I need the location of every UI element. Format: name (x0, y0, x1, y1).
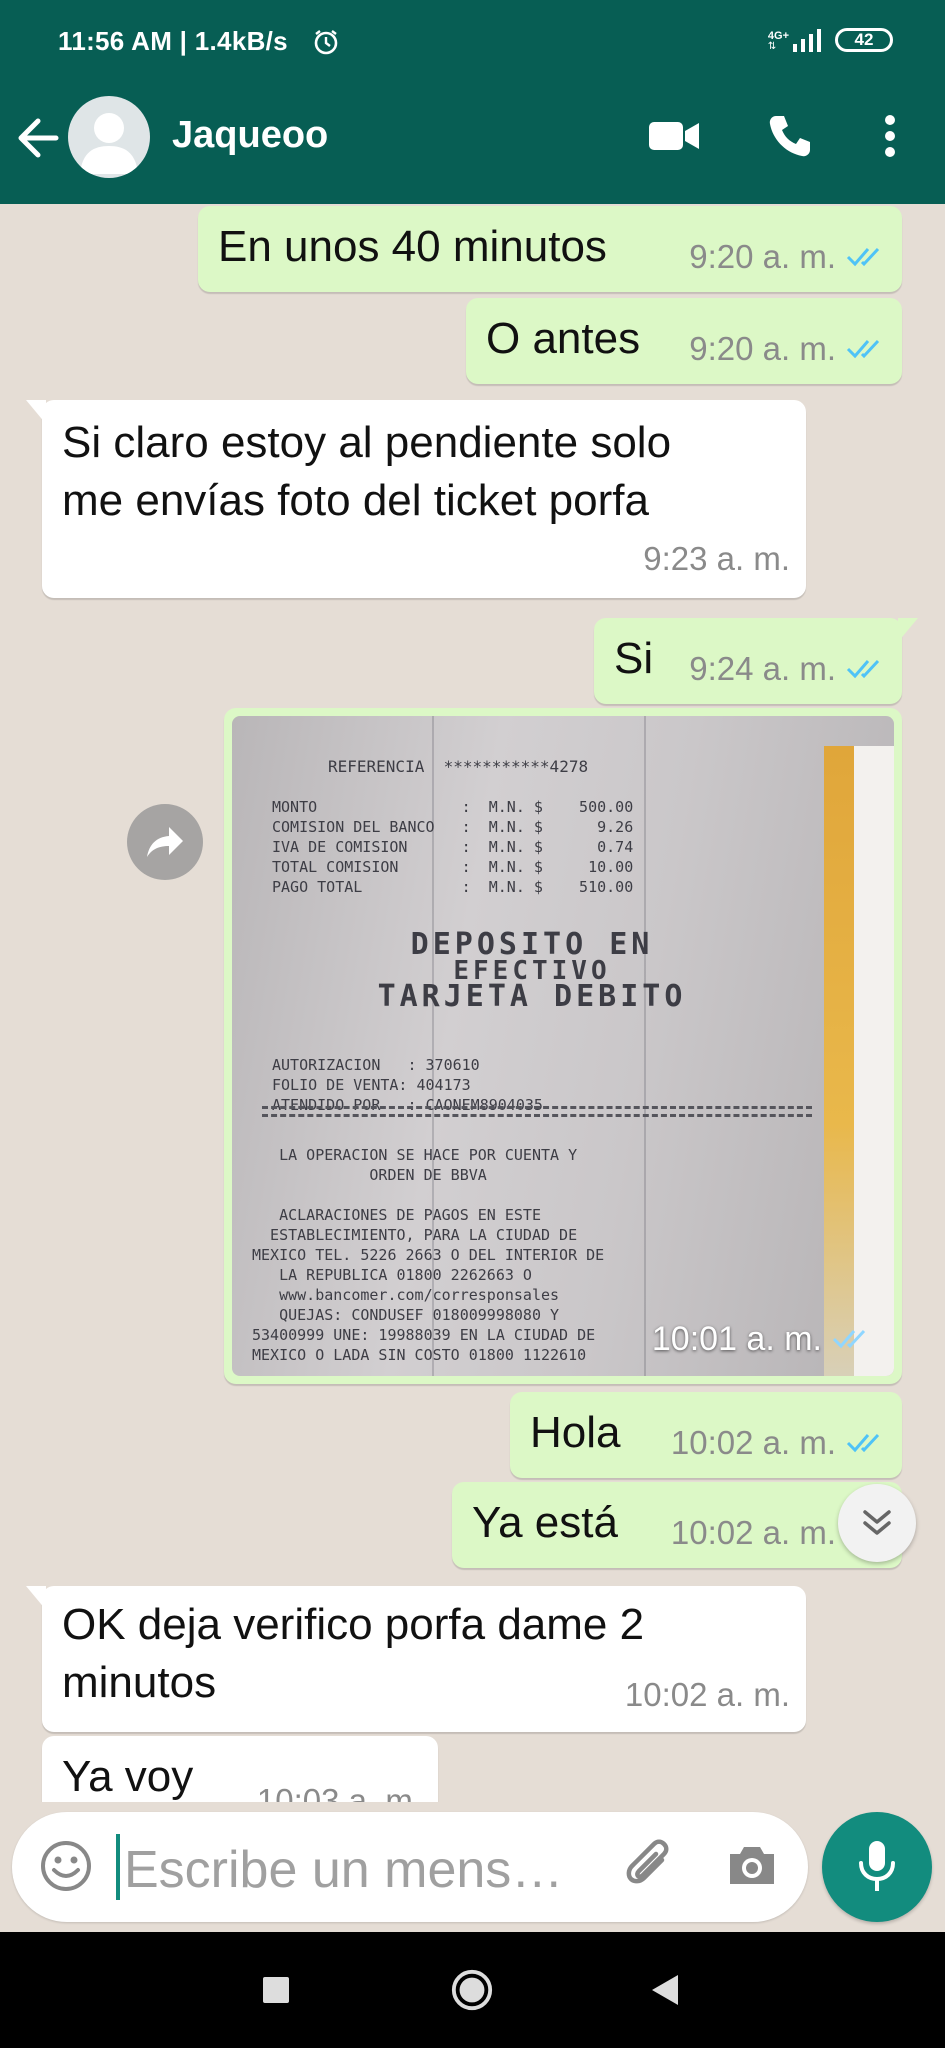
message-outgoing[interactable]: Hola 10:02 a. m. (510, 1392, 902, 1478)
message-time: 10:02 a. m. (670, 1514, 836, 1551)
message-input[interactable] (124, 1840, 574, 1900)
arrow-left-icon (18, 118, 59, 158)
receipt-photo[interactable]: REFERENCIA ***********4278 MONTO : M.N. … (232, 716, 894, 1376)
video-call-button[interactable] (642, 104, 706, 168)
message-time: 10:01 a. m. (651, 1320, 822, 1358)
message-meta: 10:02 a. m. (671, 1414, 886, 1472)
contact-name[interactable]: Jaqueoo (172, 114, 328, 157)
message-text: Hola (530, 1408, 621, 1457)
message-outgoing[interactable]: O antes 9:20 a. m. (466, 298, 902, 384)
image-meta: 10:01 a. m. (652, 1310, 872, 1368)
more-options-button[interactable] (858, 104, 922, 168)
message-text: Si claro estoy al pendiente solo me enví… (62, 418, 672, 525)
message-text: O antes (486, 314, 641, 363)
read-receipt-icon (832, 1329, 866, 1349)
message-composer (12, 1812, 808, 1922)
message-time: 9:23 a. m. (643, 540, 790, 577)
avatar[interactable] (68, 96, 150, 178)
message-outgoing-image[interactable]: REFERENCIA ***********4278 MONTO : M.N. … (224, 708, 902, 1384)
message-time: 10:02 a. m. (670, 1424, 836, 1461)
battery-level: 42 (854, 30, 874, 49)
message-text: En unos 40 minutos (218, 222, 607, 271)
signal-icon: 4G+ ⇅ (767, 28, 821, 52)
network-type: 4G+ (767, 29, 789, 42)
smiley-icon (41, 1841, 91, 1891)
text-caret (116, 1834, 120, 1900)
system-navigation-bar (0, 1932, 945, 2048)
microphone-icon (859, 1841, 895, 1891)
message-outgoing[interactable]: Si 9:24 a. m. (594, 618, 918, 704)
chevron-double-down-icon (863, 1510, 891, 1535)
status-bar: 11:56 AM | 1.4kB/s 4G+ ⇅ 42 (0, 0, 945, 70)
forward-icon (147, 827, 183, 857)
message-time: 9:24 a. m. (689, 650, 836, 687)
message-time: 9:20 a. m. (689, 238, 836, 275)
home-circle-icon (451, 1969, 493, 2011)
message-time: 9:20 a. m. (689, 330, 836, 367)
voice-call-button[interactable] (758, 104, 822, 168)
more-vertical-icon (885, 115, 895, 157)
voice-record-button[interactable] (822, 1812, 932, 1922)
forward-button[interactable] (127, 804, 203, 880)
paperclip-icon (626, 1839, 669, 1884)
message-text: Ya voy (62, 1752, 194, 1801)
message-meta: 9:20 a. m. (689, 320, 886, 378)
message-meta: 9:24 a. m. (689, 640, 886, 698)
alarm-icon (314, 30, 338, 55)
default-avatar-icon (80, 113, 138, 174)
message-outgoing[interactable]: En unos 40 minutos 9:20 a. m. (198, 206, 902, 292)
video-camera-icon (649, 122, 699, 150)
message-incoming[interactable]: Ya voy 10:03 a. m. (42, 1736, 438, 1802)
scroll-to-bottom-button[interactable] (838, 1484, 916, 1562)
flyer-background (824, 746, 894, 1376)
home-button[interactable] (450, 1968, 494, 2012)
triangle-back-icon (652, 1975, 678, 2005)
message-meta: 9:20 a. m. (689, 228, 886, 286)
message-outgoing[interactable]: Ya está 10:02 a. m. (452, 1482, 902, 1568)
message-time: 10:02 a. m. (624, 1676, 790, 1713)
receipt-footer-row: MEXICO O LADA SIN COSTO 01800 1122610 (252, 1346, 587, 1364)
read-receipt-icon (846, 247, 880, 267)
back-nav-button[interactable] (644, 1968, 688, 2012)
emoji-button[interactable] (38, 1838, 94, 1899)
read-receipt-icon (846, 339, 880, 359)
square-icon (263, 1977, 289, 2003)
back-button[interactable] (14, 108, 64, 168)
read-receipt-icon (846, 659, 880, 679)
receipt-paper: REFERENCIA ***********4278 MONTO : M.N. … (232, 716, 832, 1376)
message-text: OK deja verifico porfa dame 2 minutos (62, 1600, 645, 1707)
attach-button[interactable] (618, 1834, 682, 1903)
message-incoming[interactable]: Si claro estoy al pendiente solo me enví… (26, 400, 806, 598)
chat-header: Jaqueoo (0, 70, 945, 204)
camera-icon (730, 1847, 774, 1884)
read-receipt-icon (846, 1433, 880, 1453)
message-incoming[interactable]: OK deja verifico porfa dame 2 minutos 10… (26, 1586, 806, 1732)
phone-icon (769, 116, 810, 157)
message-text: Ya está (472, 1498, 618, 1547)
receipt-title: TARJETA DEBITO (377, 979, 687, 1014)
message-time: 10:03 a. m. (256, 1782, 422, 1802)
status-time: 11:56 AM | 1.4kB/s (58, 26, 288, 56)
battery-icon: 42 (835, 28, 893, 52)
receipt-row: PAGO TOTAL : M.N. $ 510.00 (272, 878, 634, 896)
message-text: Si (614, 634, 654, 683)
recents-button[interactable] (254, 1968, 298, 2012)
status-indicators: 4G+ ⇅ 42 (768, 28, 893, 52)
camera-button[interactable] (724, 1838, 780, 1899)
chat-area[interactable]: En unos 40 minutos 9:20 a. m. O antes 9:… (0, 204, 945, 1802)
